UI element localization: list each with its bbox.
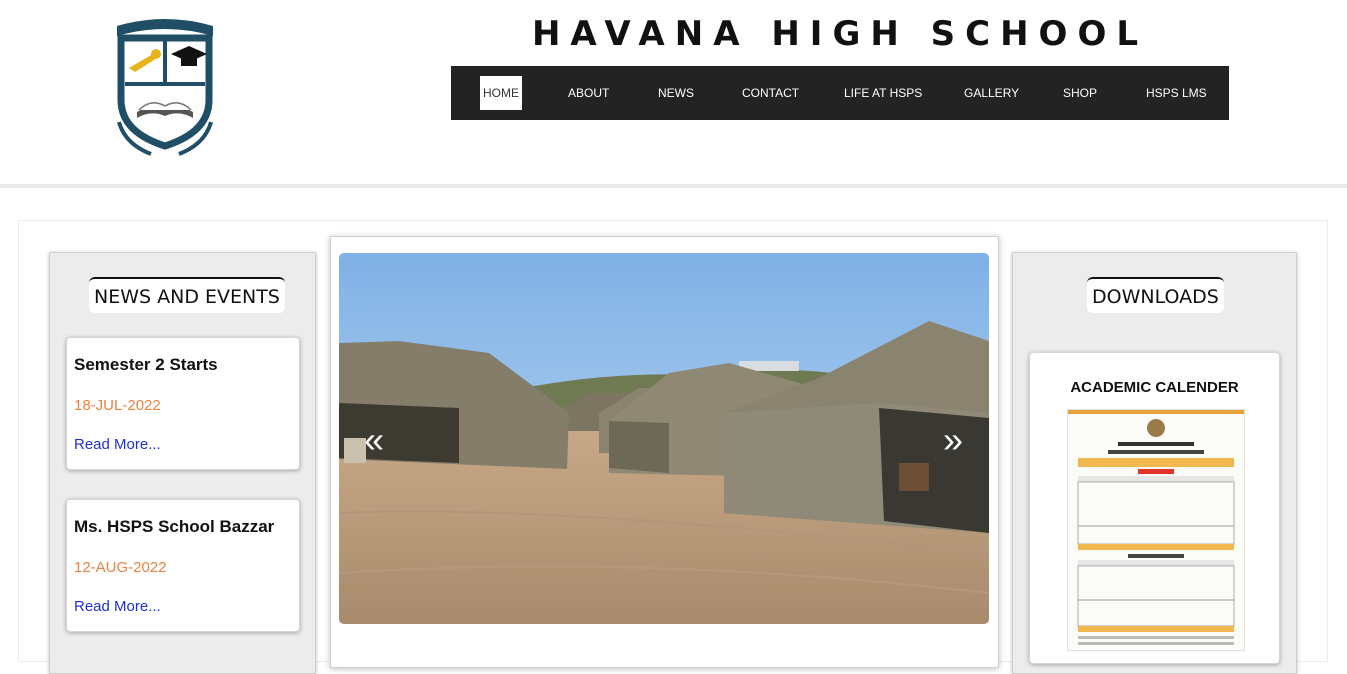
news-heading: NEWS AND EVENTS (89, 277, 285, 313)
chevron-double-left-icon: « (363, 419, 385, 460)
read-more-link[interactable]: Read More... (74, 598, 161, 615)
site-title: HAVANA HIGH SCHOOL (531, 14, 1149, 54)
nav-contact[interactable]: CONTACT (742, 76, 799, 110)
news-item-title: Ms. HSPS School Bazzar (74, 517, 275, 536)
read-more-link[interactable]: Read More... (74, 436, 161, 453)
nav-life-at-hsps[interactable]: LIFE AT HSPS (844, 76, 922, 110)
slider-prev-button[interactable]: « (354, 420, 394, 460)
news-item-title: Semester 2 Starts (74, 355, 218, 374)
slider-next-button[interactable]: » (933, 420, 973, 460)
downloads-heading: DOWNLOADS (1087, 277, 1224, 313)
download-item-title: ACADEMIC CALENDER (1070, 379, 1239, 396)
news-item: Semester 2 Starts 18-JUL-2022 Read More.… (66, 337, 300, 470)
nav-shop[interactable]: SHOP (1063, 76, 1097, 110)
header-divider (0, 184, 1347, 188)
news-item-date: 12-AUG-2022 (74, 559, 167, 576)
nav-gallery[interactable]: GALLERY (964, 76, 1019, 110)
nav-hsps-lms[interactable]: HSPS LMS (1146, 76, 1207, 110)
site-header: HAVANA HIGH SCHOOL HOME ABOUT NEWS CONTA… (0, 0, 1347, 185)
calendar-document-thumbnail[interactable] (1067, 409, 1245, 651)
download-item: ACADEMIC CALENDER (1029, 352, 1280, 664)
slide-image-tents (339, 253, 989, 624)
nav-news[interactable]: NEWS (658, 76, 694, 110)
nav-home[interactable]: HOME (480, 76, 522, 110)
news-item-date: 18-JUL-2022 (74, 397, 161, 414)
school-logo[interactable] (113, 14, 217, 172)
news-item: Ms. HSPS School Bazzar 12-AUG-2022 Read … (66, 499, 300, 632)
main-nav: HOME ABOUT NEWS CONTACT LIFE AT HSPS GAL… (451, 66, 1229, 120)
nav-about[interactable]: ABOUT (568, 76, 609, 110)
chevron-double-right-icon: » (942, 419, 964, 460)
